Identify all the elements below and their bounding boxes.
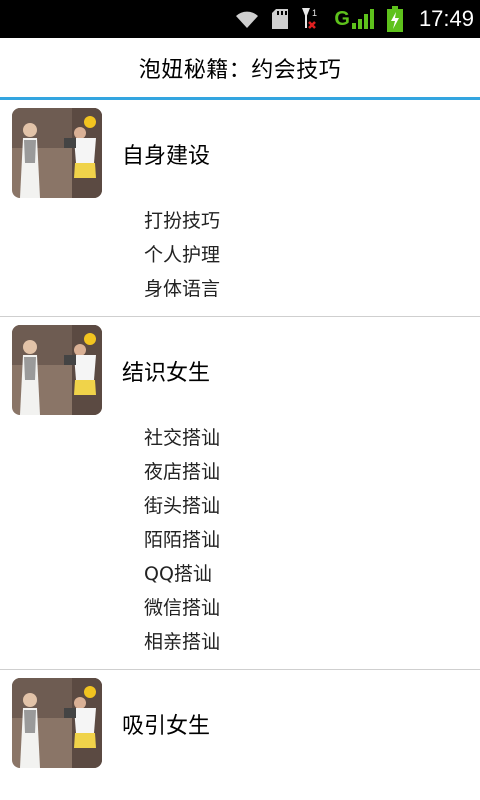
status-bar: 1 G 17:49 (0, 0, 480, 38)
topic-item[interactable]: 打扮技巧 (0, 204, 480, 238)
category-list: 自身建设 打扮技巧 个人护理 身体语言 结识女生 社交搭讪 夜店搭讪 街头搭讪 … (0, 100, 480, 768)
category-section: 自身建设 打扮技巧 个人护理 身体语言 (0, 100, 480, 317)
category-section: 吸引女生 (0, 670, 480, 768)
topic-item[interactable]: 社交搭讪 (0, 421, 480, 455)
topic-list: 社交搭讪 夜店搭讪 街头搭讪 陌陌搭讪 QQ搭讪 微信搭讪 相亲搭讪 (0, 413, 480, 669)
page-title: 泡妞秘籍：约会技巧 (138, 57, 342, 83)
battery-charging-icon (386, 6, 403, 32)
no-signal-icon: 1 (300, 6, 322, 32)
topic-list: 打扮技巧 个人护理 身体语言 (0, 196, 480, 316)
svg-text:1: 1 (312, 8, 317, 18)
category-header[interactable]: 结识女生 (0, 317, 480, 415)
category-header[interactable]: 自身建设 (0, 100, 480, 198)
wifi-icon (234, 8, 260, 30)
category-title: 结识女生 (122, 361, 211, 386)
topic-item[interactable]: 个人护理 (0, 238, 480, 272)
topic-item[interactable]: 陌陌搭讪 (0, 523, 480, 557)
status-icons: 1 G 17:49 (234, 0, 474, 38)
topic-item[interactable]: 身体语言 (0, 272, 480, 306)
category-section: 结识女生 社交搭讪 夜店搭讪 街头搭讪 陌陌搭讪 QQ搭讪 微信搭讪 相亲搭讪 (0, 317, 480, 670)
topic-item[interactable]: 相亲搭讪 (0, 625, 480, 659)
category-header[interactable]: 吸引女生 (0, 670, 480, 768)
category-title: 自身建设 (122, 144, 211, 169)
sd-card-icon (272, 9, 289, 29)
topic-item[interactable]: 微信搭讪 (0, 591, 480, 625)
topic-item[interactable]: 街头搭讪 (0, 489, 480, 523)
category-thumbnail (12, 325, 102, 415)
category-thumbnail (12, 108, 102, 198)
clock: 17:49 (418, 6, 474, 31)
network-type-label: G (334, 7, 350, 30)
topic-item[interactable]: 夜店搭讪 (0, 455, 480, 489)
topic-item[interactable]: QQ搭讪 (0, 557, 480, 591)
title-bar: 泡妞秘籍：约会技巧 (0, 38, 480, 100)
category-thumbnail (12, 678, 102, 768)
mobile-signal-icon: G (334, 7, 375, 31)
category-title: 吸引女生 (122, 714, 211, 739)
